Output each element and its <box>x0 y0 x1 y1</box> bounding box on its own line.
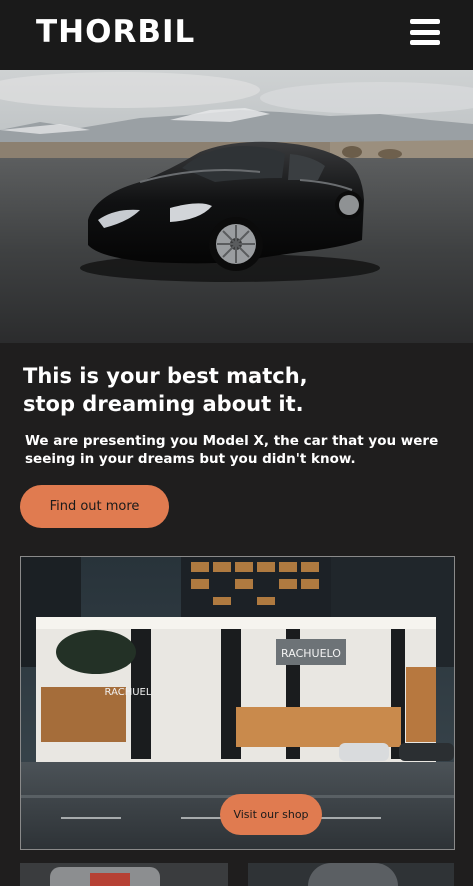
top-nav-bar: THORBIL <box>0 0 473 70</box>
hamburger-menu-icon[interactable] <box>410 19 440 45</box>
hero-headline: This is your best match, stop dreaming a… <box>23 362 453 418</box>
headline-line-1: This is your best match, <box>23 364 308 388</box>
headline-line-2: stop dreaming about it. <box>23 392 304 416</box>
hero-description: We are presenting you Model X, the car t… <box>25 433 439 467</box>
store-sign-top: RACHUELO <box>281 647 341 660</box>
hero-car-illustration <box>0 70 473 343</box>
gallery-thumbnail-2[interactable] <box>248 863 454 886</box>
visit-shop-button[interactable]: Visit our shop <box>220 794 322 835</box>
gallery-thumbnail-1[interactable] <box>20 863 228 886</box>
hero-car-image <box>0 70 473 343</box>
brand-logo[interactable]: THORBIL <box>36 12 195 52</box>
store-sign-side: RACHUEL <box>105 687 152 698</box>
find-out-more-button[interactable]: Find out more <box>20 485 169 528</box>
